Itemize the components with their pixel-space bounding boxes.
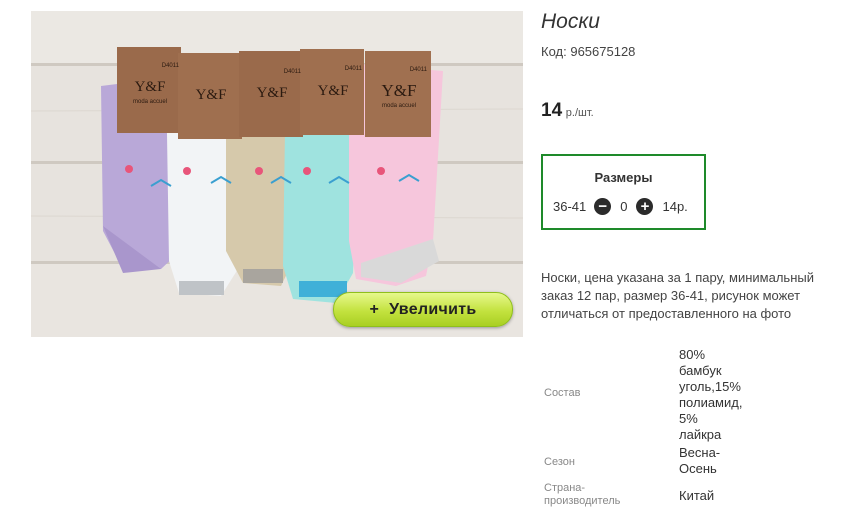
property-key: Страна- производитель xyxy=(544,482,621,507)
plus-circle-icon[interactable]: + xyxy=(636,198,654,215)
property-value: 80% бамбук уголь,15% полиамид, 5% лайкра xyxy=(679,347,743,442)
size-label: 36-41 xyxy=(553,199,587,214)
tag-brand-text: Y&F xyxy=(134,79,166,95)
property-value: Весна- Осень xyxy=(679,445,721,476)
tag-code-text: D4011 xyxy=(344,66,362,72)
code-label: Код: xyxy=(541,44,567,59)
size-price: 14р. xyxy=(662,199,688,214)
zoom-button-label: Увеличить xyxy=(389,300,477,318)
product-title: Носки xyxy=(541,10,600,33)
price-unit: р./шт. xyxy=(565,107,594,119)
tag-brand-text: Y&F xyxy=(381,81,417,100)
tag-sub-text: moda accuel xyxy=(381,103,417,109)
minus-icon[interactable]: − xyxy=(594,198,612,215)
property-key: Состав xyxy=(544,387,581,399)
property-key: Сезон xyxy=(544,456,575,468)
tag-brand-text: Y&F xyxy=(317,83,349,99)
product-price: 14 р./шт. xyxy=(541,100,594,122)
zoom-button[interactable]: + Увеличить xyxy=(333,292,513,327)
tag-code-text: D4011 xyxy=(161,63,179,69)
size-row: 36-41 − 0 + 14р. xyxy=(553,198,688,215)
tag-code-text: D4011 xyxy=(283,69,301,75)
tag-brand-text: Y&F xyxy=(195,87,227,103)
product-photo[interactable]: Y&F Y&F Y&F Y&F Y&F D4011 D4011 D4011 D4… xyxy=(31,11,523,337)
product-description: Носки, цена указана за 1 пару, минимальн… xyxy=(541,270,814,321)
tag-brand-text: Y&F xyxy=(256,85,288,101)
price-value: 14 xyxy=(541,100,563,121)
plus-icon: + xyxy=(369,300,380,318)
socks-image xyxy=(31,11,523,337)
sizes-panel: Размеры 36-41 − 0 + 14р. xyxy=(541,154,706,230)
code-value: 965675128 xyxy=(570,44,636,59)
tag-code-text: D4011 xyxy=(409,67,427,73)
quantity-value: 0 xyxy=(620,199,628,214)
product-code: Код: 965675128 xyxy=(541,44,635,59)
tag-sub-text: moda accuel xyxy=(132,99,168,105)
sizes-title: Размеры xyxy=(594,170,653,185)
property-value: Китай xyxy=(679,488,715,503)
